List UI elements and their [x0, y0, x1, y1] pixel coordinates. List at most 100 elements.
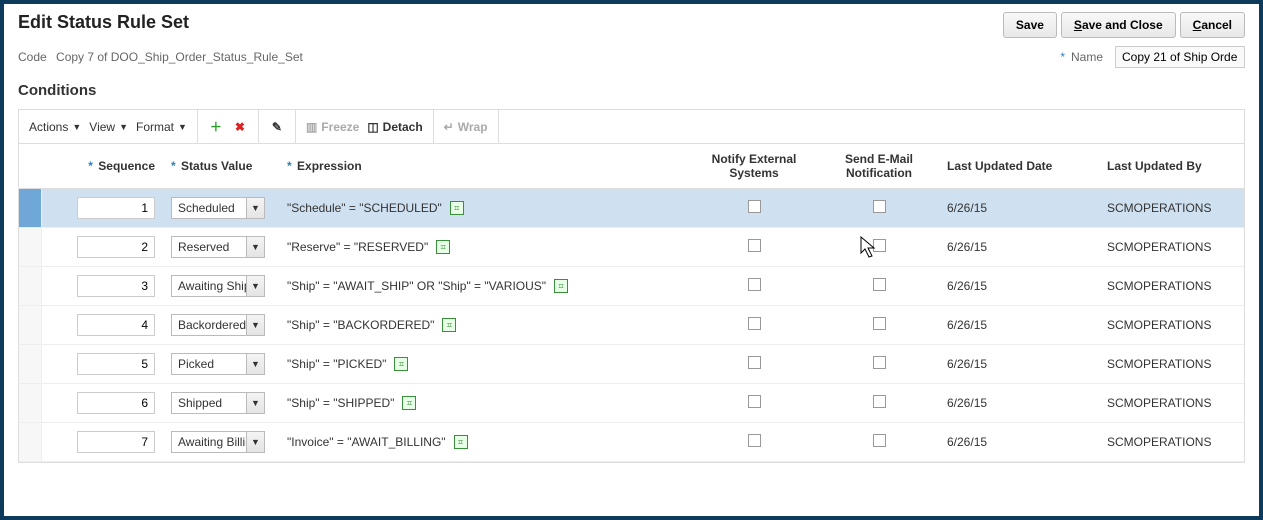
- last-updated-by: SCMOPERATIONS: [1107, 279, 1211, 293]
- status-value-select[interactable]: Picked▼: [171, 353, 265, 375]
- view-menu[interactable]: View▼: [89, 120, 128, 134]
- chevron-down-icon[interactable]: ▼: [246, 237, 264, 257]
- notify-external-checkbox[interactable]: [748, 317, 761, 330]
- notify-external-checkbox[interactable]: [748, 395, 761, 408]
- row-grip[interactable]: [19, 189, 41, 228]
- row-grip[interactable]: [19, 267, 41, 306]
- expression-text: "Ship" = "AWAIT_SHIP" OR "Ship" = "VARIO…: [287, 279, 546, 293]
- notify-external-checkbox[interactable]: [748, 239, 761, 252]
- row-grip[interactable]: [19, 306, 41, 345]
- status-value-select[interactable]: Backordered▼: [171, 314, 265, 336]
- detach-button[interactable]: ◫Detach: [367, 120, 422, 134]
- row-grip[interactable]: [19, 423, 41, 462]
- expression-builder-icon[interactable]: ⌗: [394, 357, 408, 371]
- send-email-checkbox[interactable]: [873, 239, 886, 252]
- table-row[interactable]: Scheduled▼"Schedule" = "SCHEDULED"⌗6/26/…: [19, 189, 1244, 228]
- table-row[interactable]: Picked▼"Ship" = "PICKED"⌗6/26/15SCMOPERA…: [19, 345, 1244, 384]
- status-value-select[interactable]: Awaiting Billin▼: [171, 431, 265, 453]
- freeze-button[interactable]: ▥Freeze: [306, 120, 359, 134]
- last-updated-by: SCMOPERATIONS: [1107, 435, 1211, 449]
- chevron-down-icon[interactable]: ▼: [246, 315, 264, 335]
- sequence-input[interactable]: [77, 392, 155, 414]
- chevron-down-icon[interactable]: ▼: [246, 393, 264, 413]
- save-button[interactable]: Save: [1003, 12, 1057, 38]
- expression-text: "Ship" = "BACKORDERED": [287, 318, 434, 332]
- last-updated-by: SCMOPERATIONS: [1107, 396, 1211, 410]
- expression-text: "Reserve" = "RESERVED": [287, 240, 428, 254]
- send-email-checkbox[interactable]: [873, 395, 886, 408]
- send-email-checkbox[interactable]: [873, 434, 886, 447]
- status-value-select[interactable]: Scheduled▼: [171, 197, 265, 219]
- expression-builder-icon[interactable]: ⌗: [454, 435, 468, 449]
- last-updated-date: 6/26/15: [947, 435, 987, 449]
- last-updated-by: SCMOPERATIONS: [1107, 318, 1211, 332]
- notify-external-checkbox[interactable]: [748, 278, 761, 291]
- status-value-text: Picked: [172, 354, 246, 374]
- last-updated-date: 6/26/15: [947, 396, 987, 410]
- table-row[interactable]: Reserved▼ "Reserve" = "RESERVED" ⌗ 6/26/15 S…: [19, 228, 1244, 267]
- chevron-down-icon[interactable]: ▼: [246, 354, 264, 374]
- expression-builder-icon[interactable]: ⌗: [442, 318, 456, 332]
- sequence-input[interactable]: [77, 431, 155, 453]
- cancel-button[interactable]: Cancel: [1180, 12, 1245, 38]
- status-value-select[interactable]: Awaiting Ship▼: [171, 275, 265, 297]
- expression-builder-icon[interactable]: ⌗: [554, 279, 568, 293]
- expression-text: "Ship" = "SHIPPED": [287, 396, 394, 410]
- row-grip[interactable]: [19, 345, 41, 384]
- notify-external-checkbox[interactable]: [748, 434, 761, 447]
- sequence-input[interactable]: [77, 197, 155, 219]
- expression-builder-icon[interactable]: ⌗: [402, 396, 416, 410]
- chevron-down-icon[interactable]: ▼: [246, 432, 264, 452]
- code-value: Copy 7 of DOO_Ship_Order_Status_Rule_Set: [56, 50, 303, 64]
- table-row[interactable]: Shipped▼ "Ship" = "SHIPPED" ⌗ 6/26/15 SCMOPE…: [19, 384, 1244, 423]
- chevron-down-icon[interactable]: ▼: [246, 276, 264, 296]
- status-value-text: Awaiting Billin: [172, 432, 246, 452]
- sequence-input[interactable]: [77, 236, 155, 258]
- last-updated-date: 6/26/15: [947, 279, 987, 293]
- status-value-text: Scheduled: [172, 198, 246, 218]
- add-row-icon[interactable]: ＋: [208, 119, 224, 135]
- last-updated-date: 6/26/15: [947, 240, 987, 254]
- status-value-select[interactable]: Shipped▼: [171, 392, 265, 414]
- last-updated-by: SCMOPERATIONS: [1107, 201, 1211, 215]
- expression-builder-icon[interactable]: ⌗: [436, 240, 450, 254]
- sequence-input[interactable]: [77, 353, 155, 375]
- table-row[interactable]: Awaiting Billin▼ "Invoice" = "AWAIT_BILLI…: [19, 423, 1244, 462]
- send-email-checkbox[interactable]: [873, 278, 886, 291]
- sequence-input[interactable]: [77, 275, 155, 297]
- col-notify-ext: Notify External Systems: [712, 152, 797, 180]
- page-title: Edit Status Rule Set: [18, 12, 189, 33]
- format-menu[interactable]: Format▼: [136, 120, 187, 134]
- name-label: Name: [1071, 50, 1103, 64]
- header-buttons: Save Save and Close Cancel: [1003, 12, 1245, 38]
- notify-external-checkbox[interactable]: [748, 200, 761, 213]
- wrap-button[interactable]: ↵Wrap: [444, 120, 488, 134]
- sequence-input[interactable]: [77, 314, 155, 336]
- expression-text: "Invoice" = "AWAIT_BILLING": [287, 435, 446, 449]
- row-grip[interactable]: [19, 228, 41, 267]
- edit-icon[interactable]: ✎: [269, 119, 285, 135]
- actions-menu[interactable]: Actions▼: [29, 120, 81, 134]
- send-email-checkbox[interactable]: [873, 317, 886, 330]
- status-value-select[interactable]: Reserved▼: [171, 236, 265, 258]
- name-input[interactable]: [1115, 46, 1245, 68]
- send-email-checkbox[interactable]: [873, 200, 886, 213]
- save-and-close-button[interactable]: Save and Close: [1061, 12, 1176, 38]
- status-value-text: Backordered: [172, 315, 246, 335]
- last-updated-by: SCMOPERATIONS: [1107, 357, 1211, 371]
- delete-row-icon[interactable]: ✖: [232, 119, 248, 135]
- expression-builder-icon[interactable]: ⌗: [450, 201, 464, 215]
- notify-external-checkbox[interactable]: [748, 356, 761, 369]
- col-send-email: Send E-Mail Notification: [845, 152, 913, 180]
- table-row[interactable]: Awaiting Ship▼ "Ship" = "AWAIT_SHIP" OR "…: [19, 267, 1244, 306]
- table-row[interactable]: Backordered▼ "Ship" = "BACKORDERED" ⌗ 6/26/…: [19, 306, 1244, 345]
- chevron-down-icon[interactable]: ▼: [246, 198, 264, 218]
- required-star-icon: *: [171, 159, 176, 173]
- col-sequence: Sequence: [98, 159, 155, 173]
- last-updated-date: 6/26/15: [947, 318, 987, 332]
- send-email-checkbox[interactable]: [873, 356, 886, 369]
- last-updated-by: SCMOPERATIONS: [1107, 240, 1211, 254]
- conditions-heading: Conditions: [18, 82, 1245, 99]
- col-status-value: Status Value: [181, 159, 252, 173]
- row-grip[interactable]: [19, 384, 41, 423]
